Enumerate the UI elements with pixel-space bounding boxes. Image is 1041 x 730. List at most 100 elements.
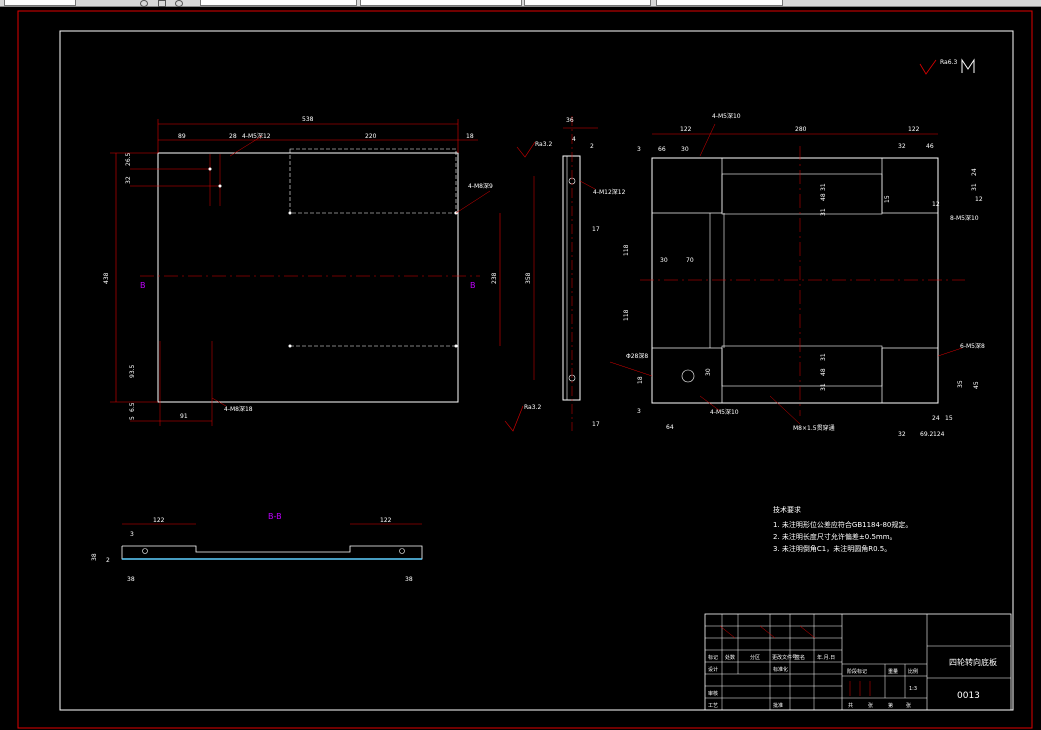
dimension-label: 张 <box>906 702 911 709</box>
tech-requirements: 技术要求 1. 未注明形位公差应符合GB1184-80规定。 2. 未注明长度尺… <box>773 505 912 553</box>
dimension-label: 3 <box>130 531 134 538</box>
dimension-label: 2 <box>106 557 110 564</box>
dimension-label: 5 <box>129 416 136 420</box>
dimension-label: 122 <box>680 126 692 133</box>
dimension-label: 1:3 <box>909 686 917 692</box>
section-marker-left: B <box>140 281 146 290</box>
dimension-label: Ra3.2 <box>524 404 541 411</box>
dimension-label: 15 <box>884 195 891 203</box>
dimension-label: 30 <box>705 368 712 376</box>
dimension-label: 118 <box>623 244 630 256</box>
dimension-label: 118 <box>623 309 630 321</box>
top-view: 122 280 122 4-M5深10 3 66 30 118 118 30 7… <box>609 112 985 438</box>
top-plate-outline <box>651 157 939 404</box>
dimension-label: 审核 <box>708 690 718 697</box>
dimension-label: 358 <box>525 272 532 284</box>
dimension-label: 12 <box>975 196 983 203</box>
dimension-label: 17 <box>592 421 600 428</box>
dimension-label: 4-M12深12 <box>593 188 626 196</box>
dimension-label: 32 <box>125 176 132 184</box>
dimension-label: 89 <box>178 133 186 140</box>
dimension-label: 标准化 <box>773 666 788 673</box>
roughness-text: Ra6.3 <box>940 59 957 66</box>
dimension-label: 31 <box>820 383 827 391</box>
dimension-label: 24 <box>932 415 940 422</box>
dimension-label: 1. 未注明形位公差应符合GB1184-80规定。 <box>773 520 912 529</box>
dimension-label: 设计 <box>708 666 718 673</box>
dimension-label: 3. 未注明倒角C1，未注明圆角R0.5。 <box>773 544 891 553</box>
roughness-symbol: Ra6.3 <box>919 58 975 75</box>
section-marker-right: B <box>470 281 476 290</box>
dimension-label: 阶段标记 <box>847 668 867 675</box>
dimension-label: 122 <box>380 517 392 524</box>
front-pocket <box>289 148 457 214</box>
dimension-label: 28 <box>229 133 237 140</box>
dimension-label: 3 <box>637 408 641 415</box>
dimension-label: 共 <box>848 702 853 709</box>
dimension-label: 122 <box>908 126 920 133</box>
dimension-label: 32 <box>898 143 906 150</box>
front-view: 538 89 28 4-M5深12 220 18 438 26.5 32 4-M… <box>103 116 501 426</box>
dimension-label: 工艺 <box>708 703 718 709</box>
dimension-label: 45 <box>973 381 980 389</box>
dimension-label: 31 <box>820 353 827 361</box>
dimension-label: 38 <box>91 553 98 561</box>
dimension-label: 4-M8深9 <box>468 182 493 190</box>
dimension-label: 4-M8深18 <box>224 405 253 413</box>
dimension-label: 4-M5深12 <box>242 132 271 140</box>
dimension-label: 36 <box>566 117 574 124</box>
dimension-label: 31 <box>820 183 827 191</box>
dimension-label: 2 <box>590 143 594 150</box>
dimension-label: 31 <box>820 208 827 216</box>
dimension-label: 处数 <box>725 654 735 661</box>
dimension-label: 更改文件号 <box>772 654 797 661</box>
dimension-label: 124 <box>933 431 945 438</box>
dimension-label: 93.5 <box>129 364 136 378</box>
dimension-label: 26.5 <box>125 152 132 166</box>
dimension-label: 18 <box>637 376 644 384</box>
dimension-label: Ra3.2 <box>535 141 552 148</box>
drawing-frame <box>59 30 1014 711</box>
dimension-label: 35 <box>957 380 964 388</box>
dimension-label: 18 <box>466 133 474 140</box>
dimension-label: 24 <box>971 168 978 176</box>
dimension-label: 48 <box>820 193 827 201</box>
dimension-label: 38 <box>405 576 413 583</box>
dimension-label: 6.5 <box>129 402 136 412</box>
dimension-label: 张 <box>868 702 873 709</box>
front-width-dim: 538 <box>302 116 314 123</box>
front-plate-outline <box>157 152 459 403</box>
outer-border <box>17 10 1033 729</box>
drawing-name: 四轮转向底板 <box>949 657 997 667</box>
dimension-label: 48 <box>820 368 827 376</box>
cad-drawing-canvas[interactable]: Ra6.3 538 89 28 4-M5深12 220 18 438 26.5 … <box>0 6 1041 730</box>
dimension-label: 66 <box>658 146 666 153</box>
dimension-label: 比例 <box>908 668 918 675</box>
dimension-label: 238 <box>491 272 498 284</box>
dimension-label: 2. 未注明长度尺寸允许偏差±0.5mm。 <box>773 532 897 541</box>
dimension-label: 标记 <box>708 654 718 661</box>
dimension-label: Φ28深8 <box>626 352 648 360</box>
dimension-label: 15 <box>945 415 953 422</box>
side-plate-outline <box>562 155 581 401</box>
dimension-label: 91 <box>180 413 188 420</box>
dimension-label: 第 <box>888 702 893 709</box>
dimension-label: 122 <box>153 517 165 524</box>
dimension-label: 30 <box>681 146 689 153</box>
dimension-label: M8×1.5贯穿通 <box>793 424 835 432</box>
dimension-label: 4 <box>572 136 576 143</box>
dimension-label: 批准 <box>773 702 783 709</box>
dimension-label: 220 <box>365 133 377 140</box>
dimension-label: 8-M5深10 <box>950 214 979 222</box>
dimension-label: 分区 <box>750 654 760 661</box>
dimension-label: 30 <box>660 257 668 264</box>
section-title: B-B <box>268 512 282 521</box>
dimension-label: 签名 <box>795 654 805 661</box>
dimension-label: 64 <box>666 424 674 431</box>
dimension-label: 438 <box>103 272 110 284</box>
dimension-label: 4-M5深10 <box>712 112 741 120</box>
dimension-label: 技术要求 <box>773 505 801 514</box>
dimension-label: 3 <box>637 146 641 153</box>
dimension-label: 6-M5深8 <box>960 342 985 350</box>
dimension-label: 46 <box>926 143 934 150</box>
